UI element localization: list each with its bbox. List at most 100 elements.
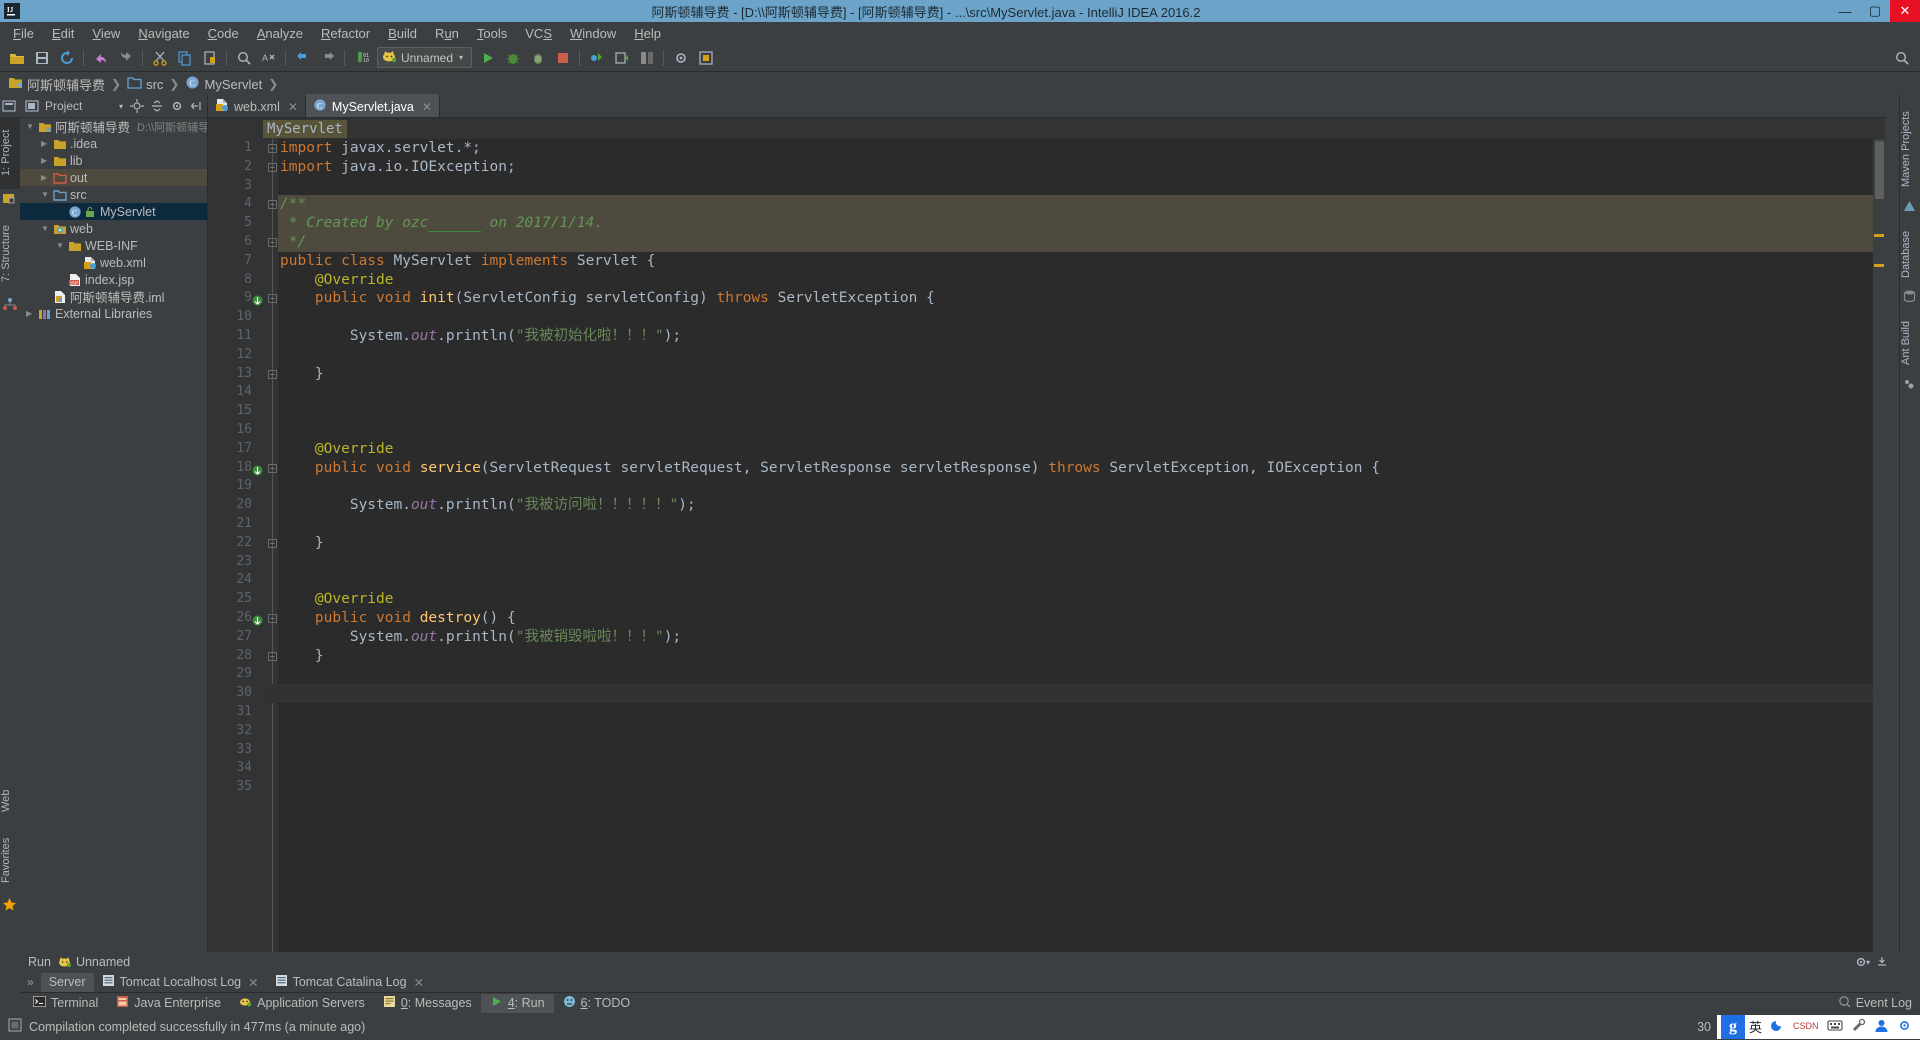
sync-refresh-icon[interactable]	[55, 46, 78, 69]
code-line-19[interactable]: 19	[208, 477, 1885, 496]
status-toggle-icon[interactable]	[8, 1018, 22, 1035]
menu-item-window[interactable]: Window	[561, 23, 625, 44]
tree-twisty[interactable]: ▶	[41, 156, 50, 165]
undo-icon[interactable]	[89, 46, 112, 69]
tree-node-.idea[interactable]: ▶ .idea	[20, 135, 207, 152]
fold-marker-bottom[interactable]: −	[268, 162, 277, 172]
editor-scrollbar-thumb[interactable]	[1875, 141, 1884, 199]
impl-override-icon[interactable]	[252, 293, 264, 306]
locate-icon[interactable]	[129, 98, 145, 114]
warning-marker[interactable]	[1874, 234, 1884, 237]
subtabs-overflow-chevron[interactable]: »	[20, 975, 41, 989]
hide-panel-icon[interactable]	[1874, 954, 1890, 970]
tree-twisty[interactable]: ▼	[41, 224, 50, 233]
tool-window-button-javaenterprise[interactable]: Java Enterprise	[107, 994, 230, 1013]
compile-icon[interactable]: 01 10	[350, 46, 373, 69]
tree-twisty[interactable]	[56, 275, 65, 284]
code-line-1[interactable]: 1 − import javax.servlet.*;	[208, 139, 1885, 158]
code-line-2[interactable]: 2 − import java.io.IOException;	[208, 158, 1885, 177]
event-log-label[interactable]: Event Log	[1856, 996, 1912, 1010]
sidebar-tab-ant-build[interactable]: Ant Build	[1900, 311, 1920, 375]
menu-item-analyze[interactable]: Analyze	[248, 23, 312, 44]
warning-marker[interactable]	[1874, 264, 1884, 267]
close-icon[interactable]: ✕	[414, 975, 424, 990]
code-line-12[interactable]: 12	[208, 346, 1885, 365]
code-line-14[interactable]: 14	[208, 383, 1885, 402]
tree-node-阿斯顿辅导费[interactable]: ▼ 阿斯顿辅导费 D:\\阿斯顿辅导费	[20, 118, 207, 135]
ime-logo-icon[interactable]: g	[1720, 1014, 1745, 1039]
tree-twisty[interactable]: ▶	[41, 139, 50, 148]
menu-item-view[interactable]: View	[83, 23, 129, 44]
sidebar-tab-structure[interactable]: 7: Structure	[0, 213, 20, 295]
code-line-4[interactable]: 4 −/**	[208, 195, 1885, 215]
code-line-10[interactable]: 10	[208, 308, 1885, 327]
menu-item-edit[interactable]: Edit	[43, 23, 83, 44]
tree-twisty[interactable]: ▶	[26, 309, 35, 318]
code-line-30[interactable]: 30	[208, 684, 1885, 703]
collapse-all-icon[interactable]	[149, 98, 165, 114]
code-line-17[interactable]: 17 @Override	[208, 440, 1885, 459]
replace-icon[interactable]: A	[257, 46, 280, 69]
code-line-22[interactable]: 22 − }	[208, 534, 1885, 553]
code-line-21[interactable]: 21	[208, 515, 1885, 534]
sidebar-tab-maven[interactable]: Maven Projects	[1900, 101, 1920, 197]
user-icon[interactable]	[1874, 1018, 1889, 1036]
close-icon[interactable]: ✕	[288, 100, 298, 114]
hide-panel-icon[interactable]	[189, 98, 205, 114]
tree-node-WEB-INF[interactable]: ▼ WEB-INF	[20, 237, 207, 254]
tree-node-MyServlet[interactable]: C MyServlet	[20, 203, 207, 220]
sidebar-tab-database[interactable]: Database	[1900, 221, 1920, 287]
breadcrumb-item-1[interactable]: src	[125, 74, 165, 94]
code-line-24[interactable]: 24	[208, 571, 1885, 590]
close-icon[interactable]: ✕	[248, 975, 258, 990]
tree-node-out[interactable]: ▶ out	[20, 169, 207, 186]
menu-item-build[interactable]: Build	[379, 23, 426, 44]
editor-tab-MyServlet-java[interactable]: C MyServlet.java ✕	[305, 94, 440, 117]
code-line-35[interactable]: 35	[208, 778, 1885, 797]
back-icon[interactable]	[291, 46, 314, 69]
fold-marker-bottom[interactable]: −	[268, 369, 277, 379]
code-line-6[interactable]: 6 − */	[208, 232, 1885, 252]
code-line-27[interactable]: 27 System.out.println("我被销毁啦啦！！！");	[208, 628, 1885, 647]
code-line-11[interactable]: 11 System.out.println("我被初始化啦！！！");	[208, 327, 1885, 346]
tree-twisty[interactable]: ▼	[26, 122, 35, 131]
cut-icon[interactable]	[148, 46, 171, 69]
sidebar-tab-web[interactable]: Web	[0, 781, 20, 821]
code-line-7[interactable]: 7 public class MyServlet implements Servl…	[208, 252, 1885, 271]
tool-window-button-todo[interactable]: 6: TODO	[554, 994, 640, 1013]
breadcrumb-item-0[interactable]: 阿斯顿辅导费	[6, 74, 107, 94]
code-line-23[interactable]: 23	[208, 553, 1885, 572]
menu-item-run[interactable]: Run	[426, 23, 468, 44]
commit-changes-icon[interactable]	[610, 46, 633, 69]
editor-breadcrumb-class[interactable]: MyServlet	[263, 120, 347, 138]
run-subtab-server[interactable]: Server	[40, 972, 94, 992]
menu-item-help[interactable]: Help	[625, 23, 670, 44]
fold-marker-top[interactable]: −	[268, 144, 277, 153]
keyboard-icon[interactable]	[1827, 1018, 1843, 1035]
code-line-29[interactable]: 29	[208, 665, 1885, 684]
tree-twisty[interactable]	[56, 207, 65, 216]
run-subtab-tomcat-localhost-log[interactable]: Tomcat Localhost Log ✕	[94, 973, 267, 992]
tools-icon[interactable]	[1851, 1018, 1866, 1036]
close-button[interactable]: ✕	[1890, 0, 1920, 22]
open-folder-icon[interactable]	[5, 46, 28, 69]
stop-button[interactable]	[551, 46, 574, 69]
impl-override-icon[interactable]	[252, 613, 264, 626]
tree-node-web.xml[interactable]: web.xml	[20, 254, 207, 271]
code-line-33[interactable]: 33	[208, 741, 1885, 760]
sidebar-tab-project[interactable]: 1: Project	[0, 117, 20, 189]
tree-node-web[interactable]: ▼ web	[20, 220, 207, 237]
tree-twisty[interactable]: ▼	[41, 190, 50, 199]
menu-item-navigate[interactable]: Navigate	[129, 23, 198, 44]
coverage-button[interactable]	[526, 46, 549, 69]
update-project-icon[interactable]	[585, 46, 608, 69]
code-line-13[interactable]: 13 − }	[208, 365, 1885, 384]
code-line-20[interactable]: 20 System.out.println("我被访问啦！！！！！");	[208, 496, 1885, 515]
compare-icon[interactable]	[635, 46, 658, 69]
ime-mode-label[interactable]: 英	[1749, 1017, 1762, 1036]
debug-button[interactable]	[501, 46, 524, 69]
close-icon[interactable]: ✕	[422, 100, 432, 114]
code-line-26[interactable]: 26 − public void destroy() {	[208, 609, 1885, 628]
tool-window-button-messages[interactable]: 0: Messages	[374, 994, 481, 1013]
fold-marker-bottom[interactable]: −	[268, 237, 277, 247]
